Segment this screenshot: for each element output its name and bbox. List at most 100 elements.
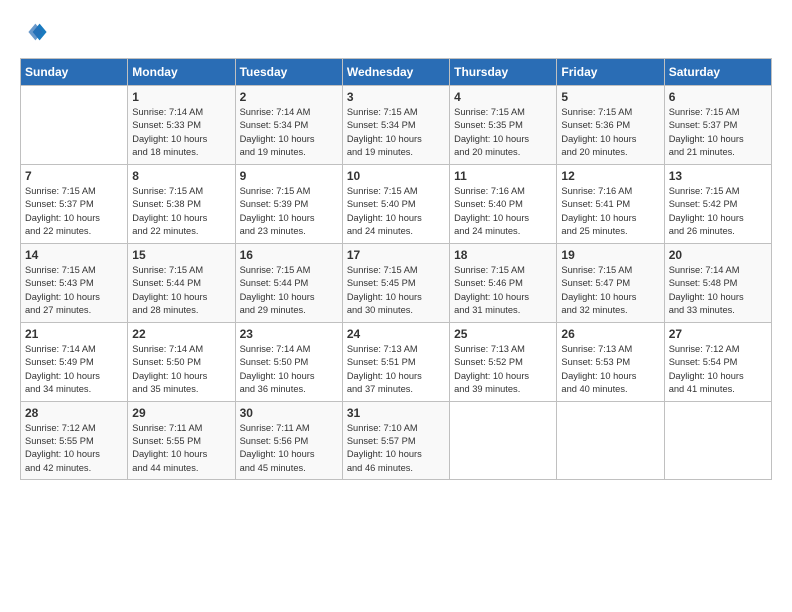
header-day: Tuesday <box>235 59 342 86</box>
cell-content: Sunrise: 7:14 AMSunset: 5:49 PMDaylight:… <box>25 343 123 397</box>
calendar-table: SundayMondayTuesdayWednesdayThursdayFrid… <box>20 58 772 480</box>
cell-content: Sunrise: 7:11 AMSunset: 5:55 PMDaylight:… <box>132 422 230 476</box>
calendar-cell: 13 Sunrise: 7:15 AMSunset: 5:42 PMDayligh… <box>664 164 771 243</box>
calendar-cell <box>450 401 557 480</box>
calendar-cell <box>557 401 664 480</box>
week-row: 28Sunrise: 7:12 AMSunset: 5:55 PMDayligh… <box>21 401 772 480</box>
calendar-cell: 18Sunrise: 7:15 AMSunset: 5:46 PMDayligh… <box>450 243 557 322</box>
calendar-cell: 10 Sunrise: 7:15 AMSunset: 5:40 PMDayligh… <box>342 164 449 243</box>
day-number: 20 <box>669 248 767 262</box>
cell-content: Sunrise: 7:15 AMSunset: 5:42 PMDaylight:… <box>669 185 767 239</box>
day-number: 27 <box>669 327 767 341</box>
calendar-cell: 24 Sunrise: 7:13 AMSunset: 5:51 PMDayligh… <box>342 322 449 401</box>
cell-content: Sunrise: 7:12 AMSunset: 5:55 PMDaylight:… <box>25 422 123 476</box>
cell-content: Sunrise: 7:15 AMSunset: 5:35 PMDaylight:… <box>454 106 552 160</box>
cell-content: Sunrise: 7:10 AMSunset: 5:57 PMDaylight:… <box>347 422 445 476</box>
day-number: 16 <box>240 248 338 262</box>
day-number: 21 <box>25 327 123 341</box>
header-row: SundayMondayTuesdayWednesdayThursdayFrid… <box>21 59 772 86</box>
day-number: 25 <box>454 327 552 341</box>
calendar-cell: 20 Sunrise: 7:14 AMSunset: 5:48 PMDayligh… <box>664 243 771 322</box>
calendar-cell: 2 Sunrise: 7:14 AMSunset: 5:34 PMDaylight… <box>235 86 342 165</box>
day-number: 26 <box>561 327 659 341</box>
cell-content: Sunrise: 7:15 AMSunset: 5:37 PMDaylight:… <box>669 106 767 160</box>
calendar-cell: 31 Sunrise: 7:10 AMSunset: 5:57 PMDayligh… <box>342 401 449 480</box>
day-number: 31 <box>347 406 445 420</box>
day-number: 4 <box>454 90 552 104</box>
header-day: Wednesday <box>342 59 449 86</box>
cell-content: Sunrise: 7:16 AMSunset: 5:41 PMDaylight:… <box>561 185 659 239</box>
week-row: 14Sunrise: 7:15 AMSunset: 5:43 PMDayligh… <box>21 243 772 322</box>
calendar-cell: 17 Sunrise: 7:15 AMSunset: 5:45 PMDayligh… <box>342 243 449 322</box>
calendar-cell: 21 Sunrise: 7:14 AMSunset: 5:49 PMDayligh… <box>21 322 128 401</box>
calendar-cell: 14Sunrise: 7:15 AMSunset: 5:43 PMDayligh… <box>21 243 128 322</box>
cell-content: Sunrise: 7:15 AMSunset: 5:40 PMDaylight:… <box>347 185 445 239</box>
header-day: Thursday <box>450 59 557 86</box>
cell-content: Sunrise: 7:14 AMSunset: 5:48 PMDaylight:… <box>669 264 767 318</box>
calendar-cell: 27 Sunrise: 7:12 AMSunset: 5:54 PMDayligh… <box>664 322 771 401</box>
cell-content: Sunrise: 7:15 AMSunset: 5:46 PMDaylight:… <box>454 264 552 318</box>
day-number: 3 <box>347 90 445 104</box>
cell-content: Sunrise: 7:15 AMSunset: 5:45 PMDaylight:… <box>347 264 445 318</box>
cell-content: Sunrise: 7:15 AMSunset: 5:44 PMDaylight:… <box>240 264 338 318</box>
calendar-cell: 12Sunrise: 7:16 AMSunset: 5:41 PMDayligh… <box>557 164 664 243</box>
cell-content: Sunrise: 7:15 AMSunset: 5:36 PMDaylight:… <box>561 106 659 160</box>
day-number: 8 <box>132 169 230 183</box>
calendar-cell: 28Sunrise: 7:12 AMSunset: 5:55 PMDayligh… <box>21 401 128 480</box>
cell-content: Sunrise: 7:15 AMSunset: 5:34 PMDaylight:… <box>347 106 445 160</box>
cell-content: Sunrise: 7:12 AMSunset: 5:54 PMDaylight:… <box>669 343 767 397</box>
calendar-cell: 7Sunrise: 7:15 AMSunset: 5:37 PMDaylight… <box>21 164 128 243</box>
calendar-cell: 22Sunrise: 7:14 AMSunset: 5:50 PMDayligh… <box>128 322 235 401</box>
cell-content: Sunrise: 7:13 AMSunset: 5:51 PMDaylight:… <box>347 343 445 397</box>
calendar-cell: 5 Sunrise: 7:15 AMSunset: 5:36 PMDaylight… <box>557 86 664 165</box>
calendar-cell: 1 Sunrise: 7:14 AMSunset: 5:33 PMDaylight… <box>128 86 235 165</box>
day-number: 2 <box>240 90 338 104</box>
cell-content: Sunrise: 7:11 AMSunset: 5:56 PMDaylight:… <box>240 422 338 476</box>
calendar-cell <box>21 86 128 165</box>
cell-content: Sunrise: 7:14 AMSunset: 5:34 PMDaylight:… <box>240 106 338 160</box>
calendar-cell: 15 Sunrise: 7:15 AMSunset: 5:44 PMDayligh… <box>128 243 235 322</box>
day-number: 6 <box>669 90 767 104</box>
day-number: 14 <box>25 248 123 262</box>
cell-content: Sunrise: 7:16 AMSunset: 5:40 PMDaylight:… <box>454 185 552 239</box>
day-number: 10 <box>347 169 445 183</box>
day-number: 22 <box>132 327 230 341</box>
day-number: 24 <box>347 327 445 341</box>
calendar-cell: 25 Sunrise: 7:13 AMSunset: 5:52 PMDayligh… <box>450 322 557 401</box>
cell-content: Sunrise: 7:13 AMSunset: 5:53 PMDaylight:… <box>561 343 659 397</box>
cell-content: Sunrise: 7:15 AMSunset: 5:44 PMDaylight:… <box>132 264 230 318</box>
header-day: Saturday <box>664 59 771 86</box>
calendar-cell: 19Sunrise: 7:15 AMSunset: 5:47 PMDayligh… <box>557 243 664 322</box>
calendar-cell: 3 Sunrise: 7:15 AMSunset: 5:34 PMDaylight… <box>342 86 449 165</box>
calendar-cell: 30 Sunrise: 7:11 AMSunset: 5:56 PMDayligh… <box>235 401 342 480</box>
week-row: 21 Sunrise: 7:14 AMSunset: 5:49 PMDayligh… <box>21 322 772 401</box>
cell-content: Sunrise: 7:14 AMSunset: 5:50 PMDaylight:… <box>240 343 338 397</box>
day-number: 13 <box>669 169 767 183</box>
page: SundayMondayTuesdayWednesdayThursdayFrid… <box>0 0 792 612</box>
logo <box>20 18 52 46</box>
day-number: 15 <box>132 248 230 262</box>
calendar-cell: 6 Sunrise: 7:15 AMSunset: 5:37 PMDaylight… <box>664 86 771 165</box>
cell-content: Sunrise: 7:15 AMSunset: 5:38 PMDaylight:… <box>132 185 230 239</box>
day-number: 17 <box>347 248 445 262</box>
calendar-cell: 26 Sunrise: 7:13 AMSunset: 5:53 PMDayligh… <box>557 322 664 401</box>
day-number: 19 <box>561 248 659 262</box>
cell-content: Sunrise: 7:13 AMSunset: 5:52 PMDaylight:… <box>454 343 552 397</box>
day-number: 11 <box>454 169 552 183</box>
calendar-cell: 23 Sunrise: 7:14 AMSunset: 5:50 PMDayligh… <box>235 322 342 401</box>
day-number: 23 <box>240 327 338 341</box>
calendar-cell: 16 Sunrise: 7:15 AMSunset: 5:44 PMDayligh… <box>235 243 342 322</box>
header-day: Monday <box>128 59 235 86</box>
header-day: Sunday <box>21 59 128 86</box>
week-row: 1 Sunrise: 7:14 AMSunset: 5:33 PMDaylight… <box>21 86 772 165</box>
day-number: 29 <box>132 406 230 420</box>
day-number: 1 <box>132 90 230 104</box>
calendar-cell: 4 Sunrise: 7:15 AMSunset: 5:35 PMDaylight… <box>450 86 557 165</box>
day-number: 30 <box>240 406 338 420</box>
header-day: Friday <box>557 59 664 86</box>
cell-content: Sunrise: 7:14 AMSunset: 5:33 PMDaylight:… <box>132 106 230 160</box>
cell-content: Sunrise: 7:15 AMSunset: 5:37 PMDaylight:… <box>25 185 123 239</box>
day-number: 5 <box>561 90 659 104</box>
day-number: 9 <box>240 169 338 183</box>
calendar-cell: 8 Sunrise: 7:15 AMSunset: 5:38 PMDaylight… <box>128 164 235 243</box>
